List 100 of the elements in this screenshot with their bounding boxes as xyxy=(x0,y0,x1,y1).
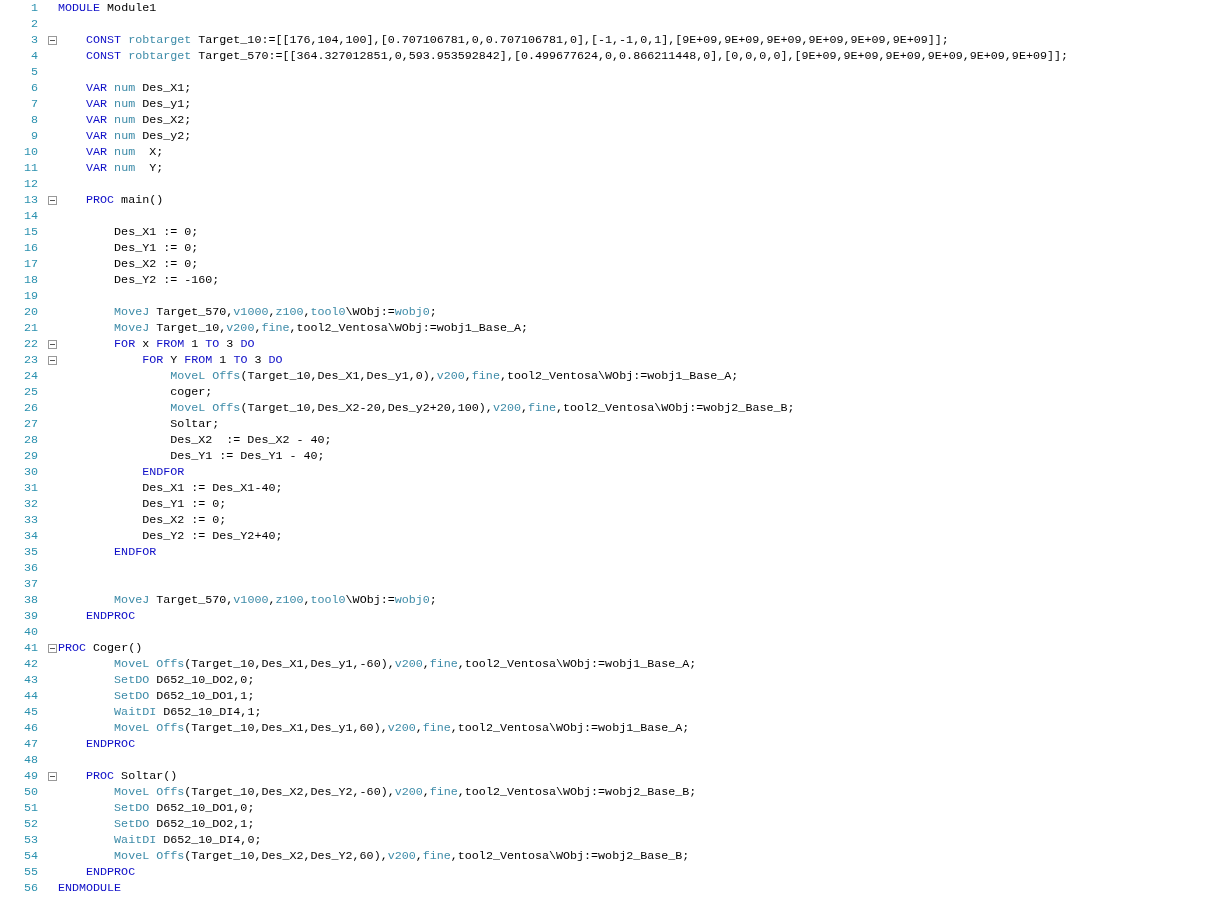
line-number: 18 xyxy=(22,272,38,288)
line-number: 31 xyxy=(22,480,38,496)
line-number: 40 xyxy=(22,624,38,640)
collapse-icon[interactable] xyxy=(48,35,57,45)
line-number: 41 xyxy=(22,640,38,656)
line-number: 21 xyxy=(22,320,38,336)
code-line: WaitDI D652_10_DI4,1; xyxy=(113,704,262,720)
code-line: Des_Y2 := Des_Y2+40; xyxy=(141,528,283,544)
code-line: MoveJ Target_570,v1000,z100,tool0\WObj:=wobj0; xyxy=(113,592,437,608)
code-line: Des_Y1 := Des_Y1 - 40; xyxy=(169,448,325,464)
code-line: MoveL Offs(Target_10,Des_X1,Des_y1,-60),v200,fine,tool2_Ventosa\WObj:=wobj1_Base_A; xyxy=(113,656,697,672)
code-line: MoveL Offs(Target_10,Des_X1,Des_y1,60),v200,fine,tool2_Ventosa\WObj:=wobj1_Base_A; xyxy=(113,720,690,736)
code-line: Des_X2 := Des_X2 - 40; xyxy=(169,432,332,448)
code-line: Soltar; xyxy=(169,416,220,432)
code-line: Des_Y1 := 0; xyxy=(141,496,227,512)
line-number: 51 xyxy=(22,800,38,816)
line-number: 24 xyxy=(22,368,38,384)
code-line: FOR Y FROM 1 TO 3 DO xyxy=(141,352,283,368)
code-line: PROC Coger() xyxy=(58,640,143,656)
code-line: WaitDI D652_10_DI4,0; xyxy=(113,832,262,848)
line-number: 48 xyxy=(22,752,38,768)
code-line: ENDPROC xyxy=(85,608,136,624)
line-number: 16 xyxy=(22,240,38,256)
code-line: CONST robtarget Target_570:=[[364.327012851,0,593.953592842],[0.499677624,0,0.866211448,0],[0,0,0,0],[9E+09,9E+09,9E+09,9E+09,9E+09,9E+09]]; xyxy=(85,48,1068,64)
line-number: 23 xyxy=(22,352,38,368)
line-number: 26 xyxy=(22,400,38,416)
line-number: 45 xyxy=(22,704,38,720)
line-number: 10 xyxy=(22,144,38,160)
line-number: 14 xyxy=(22,208,38,224)
code-line: PROC Soltar() xyxy=(85,768,178,784)
code-line: FOR x FROM 1 TO 3 DO xyxy=(113,336,255,352)
line-number: 15 xyxy=(22,224,38,240)
line-number: 7 xyxy=(30,96,38,112)
code-line: MoveL Offs(Target_10,Des_X1,Des_y1,0),v200,fine,tool2_Ventosa\WObj:=wobj1_Base_A; xyxy=(169,368,739,384)
line-number: 39 xyxy=(22,608,38,624)
code-line: SetDO D652_10_DO2,1; xyxy=(113,816,255,832)
line-number: 13 xyxy=(22,192,38,208)
line-number: 34 xyxy=(22,528,38,544)
code-line: Des_X1 := Des_X1-40; xyxy=(141,480,283,496)
code-line: MODULE Module1 xyxy=(58,0,157,16)
line-number: 44 xyxy=(22,688,38,704)
line-number: 36 xyxy=(22,560,38,576)
code-line: VAR num Des_X1; xyxy=(85,80,192,96)
line-number: 4 xyxy=(30,48,38,64)
collapse-icon[interactable] xyxy=(48,771,57,781)
line-number: 6 xyxy=(30,80,38,96)
line-number: 49 xyxy=(22,768,38,784)
code-line: SetDO D652_10_DO2,0; xyxy=(113,672,255,688)
line-number: 12 xyxy=(22,176,38,192)
code-line: PROC main() xyxy=(85,192,164,208)
line-number: 35 xyxy=(22,544,38,560)
line-number: 46 xyxy=(22,720,38,736)
line-number: 37 xyxy=(22,576,38,592)
code-line: MoveJ Target_570,v1000,z100,tool0\WObj:=wobj0; xyxy=(113,304,437,320)
code-line: MoveL Offs(Target_10,Des_X2,Des_Y2,-60),v200,fine,tool2_Ventosa\WObj:=wobj2_Base_B; xyxy=(113,784,697,800)
line-number: 17 xyxy=(22,256,38,272)
line-number: 55 xyxy=(22,864,38,880)
collapse-icon[interactable] xyxy=(48,355,57,365)
line-number: 19 xyxy=(22,288,38,304)
collapse-icon[interactable] xyxy=(48,643,57,653)
code-line: ENDMODULE xyxy=(58,880,122,896)
code-line: Des_X2 := 0; xyxy=(113,256,199,272)
code-line: ENDPROC xyxy=(85,864,136,880)
code-line: ENDFOR xyxy=(141,464,185,480)
code-line: VAR num Y; xyxy=(85,160,164,176)
line-number: 38 xyxy=(22,592,38,608)
line-number: 50 xyxy=(22,784,38,800)
code-line: MoveL Offs(Target_10,Des_X2-20,Des_y2+20,100),v200,fine,tool2_Ventosa\WObj:=wobj2_Base_B; xyxy=(169,400,795,416)
line-number: 27 xyxy=(22,416,38,432)
code-line: SetDO D652_10_DO1,0; xyxy=(113,800,255,816)
line-number: 53 xyxy=(22,832,38,848)
code-line: MoveJ Target_10,v200,fine,tool2_Ventosa\WObj:=wobj1_Base_A; xyxy=(113,320,528,336)
line-number: 11 xyxy=(22,160,38,176)
line-number: 47 xyxy=(22,736,38,752)
code-line: VAR num Des_y1; xyxy=(85,96,192,112)
code-line: ENDFOR xyxy=(113,544,157,560)
code-line: VAR num Des_X2; xyxy=(85,112,192,128)
collapse-icon[interactable] xyxy=(48,339,57,349)
line-number: 22 xyxy=(22,336,38,352)
line-number: 20 xyxy=(22,304,38,320)
line-number: 32 xyxy=(22,496,38,512)
line-number: 28 xyxy=(22,432,38,448)
line-number: 8 xyxy=(30,112,38,128)
code-line: coger; xyxy=(169,384,213,400)
line-number: 1 xyxy=(30,0,38,16)
code-line: CONST robtarget Target_10:=[[176,104,100],[0.707106781,0,0.707106781,0],[-1,-1,0,1],[9E+09,9E+09,9E+09,9E+09,9E+09,9E+09]]; xyxy=(85,32,949,48)
code-line: ENDPROC xyxy=(85,736,136,752)
code-line: SetDO D652_10_DO1,1; xyxy=(113,688,255,704)
code-line: MoveL Offs(Target_10,Des_X2,Des_Y2,60),v200,fine,tool2_Ventosa\WObj:=wobj2_Base_B; xyxy=(113,848,690,864)
collapse-icon[interactable] xyxy=(48,195,57,205)
line-number: 25 xyxy=(22,384,38,400)
line-number: 42 xyxy=(22,656,38,672)
line-number: 56 xyxy=(22,880,38,896)
line-number: 54 xyxy=(22,848,38,864)
code-line: Des_X2 := 0; xyxy=(141,512,227,528)
line-number: 3 xyxy=(30,32,38,48)
line-number: 30 xyxy=(22,464,38,480)
line-number: 43 xyxy=(22,672,38,688)
line-number: 33 xyxy=(22,512,38,528)
line-number: 29 xyxy=(22,448,38,464)
